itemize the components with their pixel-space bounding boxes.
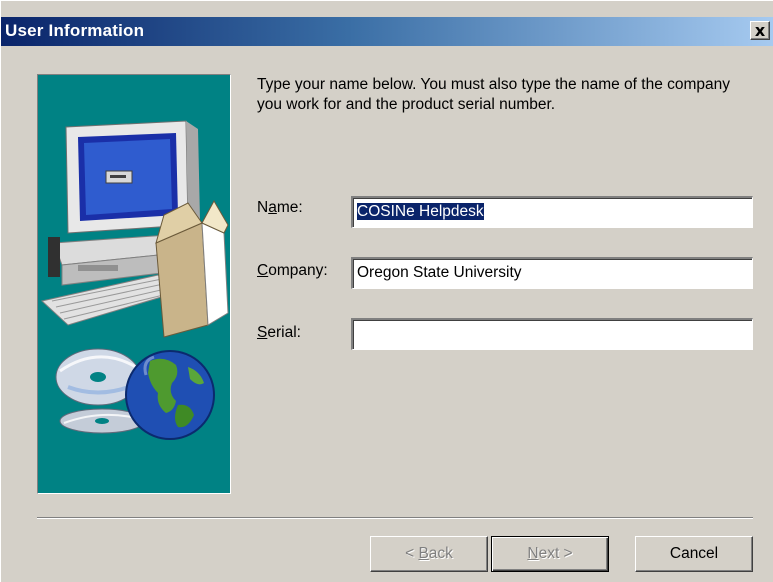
globe-icon xyxy=(125,350,215,440)
window-title: User Information xyxy=(5,21,145,40)
name-label: Name: xyxy=(257,199,303,216)
title-bar[interactable]: User Information x xyxy=(1,17,773,46)
name-input-value: COSINe Helpdesk xyxy=(357,203,484,220)
next-button[interactable]: Next > xyxy=(491,536,609,572)
button-separator xyxy=(37,517,753,519)
setup-illustration xyxy=(37,74,231,494)
cancel-button[interactable]: Cancel xyxy=(635,536,753,572)
back-button[interactable]: < Back xyxy=(370,536,488,572)
software-box-icon xyxy=(155,199,229,338)
close-icon: x xyxy=(754,20,766,40)
company-label-accesskey: C xyxy=(257,262,269,279)
name-label-accesskey: a xyxy=(268,199,277,216)
serial-input[interactable] xyxy=(351,318,753,350)
serial-label: Serial: xyxy=(257,324,301,341)
computer-illustration xyxy=(40,120,229,440)
instructions-text: Type your name below. You must also type… xyxy=(257,76,731,113)
serial-label-accesskey: S xyxy=(257,324,268,341)
user-information-dialog: User Information x Type your name below.… xyxy=(0,0,773,582)
company-label: Company: xyxy=(257,262,328,279)
company-input[interactable]: Oregon State University xyxy=(351,257,753,289)
company-input-value: Oregon State University xyxy=(357,264,522,281)
close-button[interactable]: x xyxy=(750,21,770,40)
name-input[interactable]: COSINe Helpdesk xyxy=(351,196,753,228)
